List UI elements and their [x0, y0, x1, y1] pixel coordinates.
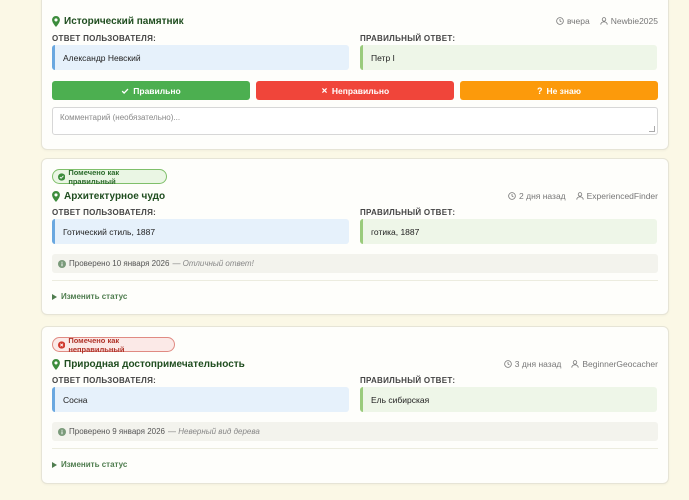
card-header: Природная достопримечательность 3 дня на…	[52, 357, 658, 371]
resize-handle[interactable]	[649, 126, 655, 132]
username: ExperiencedFinder	[586, 191, 658, 201]
mark-unknown-button[interactable]: ? Не знаю	[460, 81, 658, 100]
card-meta: 2 дня назад ExperiencedFinder	[508, 191, 658, 201]
correct-answer-label: ПРАВИЛЬНЫЙ ОТВЕТ:	[360, 376, 456, 385]
check-circle-icon	[58, 172, 66, 181]
triangle-right-icon	[52, 461, 57, 468]
change-status-toggle[interactable]: Изменить статус	[52, 292, 127, 301]
correct-answer-box: готика, 1887	[360, 219, 657, 244]
map-pin-icon	[52, 190, 60, 202]
time-ago: 3 дня назад	[514, 359, 562, 369]
card-meta: вчера Newbie2025	[556, 16, 658, 26]
verified-date: Проверено 9 января 2026	[69, 427, 165, 436]
review-card-2: Помечено как правильный Архитектурное чу…	[41, 158, 669, 315]
card-meta: 3 дня назад BeginnerGeocacher	[504, 359, 658, 369]
verifier-note: — Неверный вид дерева	[168, 427, 260, 436]
comment-textarea[interactable]: Комментарий (необязательно)...	[52, 107, 658, 135]
user-icon	[600, 17, 608, 25]
user-icon	[576, 192, 584, 200]
clock-icon	[508, 192, 516, 200]
user-answer-label: ОТВЕТ ПОЛЬЗОВАТЕЛЯ:	[52, 34, 157, 43]
card-title: Природная достопримечательность	[52, 358, 245, 370]
correct-answer-box: Ель сибирская	[360, 387, 657, 412]
mark-wrong-button[interactable]: Неправильно	[256, 81, 454, 100]
status-badge: Помечено как неправильный	[52, 336, 175, 354]
card-header: Исторический памятник вчера Newbie2025	[52, 14, 658, 28]
close-icon	[321, 87, 327, 94]
triangle-right-icon	[52, 293, 57, 300]
correct-answer-label: ПРАВИЛЬНЫЙ ОТВЕТ:	[360, 34, 456, 43]
clock-icon	[504, 360, 512, 368]
info-icon	[58, 427, 66, 436]
user-answer-box: Сосна	[52, 387, 349, 412]
map-pin-icon	[52, 15, 60, 27]
time-ago: 2 дня назад	[519, 191, 566, 201]
card-title: Архитектурное чудо	[52, 190, 165, 202]
card-header: Архитектурное чудо 2 дня назад Experienc…	[52, 189, 658, 203]
question-icon: ?	[536, 85, 543, 96]
user-answer-box: Александр Невский	[52, 45, 349, 70]
user-answer-label: ОТВЕТ ПОЛЬЗОВАТЕЛЯ:	[52, 376, 157, 385]
correct-answer-label: ПРАВИЛЬНЫЙ ОТВЕТ:	[360, 208, 456, 217]
change-status-toggle[interactable]: Изменить статус	[52, 460, 127, 469]
review-card-1: Исторический памятник вчера Newbie2025 О…	[41, 0, 669, 150]
verification-info: Проверено 9 января 2026 — Неверный вид д…	[52, 422, 658, 441]
x-circle-icon	[58, 340, 66, 349]
user-icon	[571, 360, 579, 368]
correct-answer-box: Петр I	[360, 45, 657, 70]
username: Newbie2025	[610, 16, 658, 26]
verification-info: Проверено 10 января 2026 — Отличный отве…	[52, 254, 658, 273]
info-icon	[58, 259, 66, 268]
clock-icon	[556, 17, 564, 25]
divider	[52, 280, 658, 281]
card-title: Исторический памятник	[52, 15, 184, 27]
username: BeginnerGeocacher	[582, 359, 658, 369]
status-badge: Помечено как правильный	[52, 168, 167, 186]
map-pin-icon	[52, 358, 60, 370]
divider	[52, 448, 658, 449]
review-card-3: Помечено как неправильный Природная дост…	[41, 326, 669, 484]
verifier-note: — Отличный ответ!	[172, 259, 254, 268]
check-icon	[122, 88, 129, 94]
time-ago: вчера	[566, 16, 590, 26]
mark-correct-button[interactable]: Правильно	[52, 81, 250, 100]
verified-date: Проверено 10 января 2026	[69, 259, 170, 268]
user-answer-label: ОТВЕТ ПОЛЬЗОВАТЕЛЯ:	[52, 208, 157, 217]
user-answer-box: Готический стиль, 1887	[52, 219, 349, 244]
